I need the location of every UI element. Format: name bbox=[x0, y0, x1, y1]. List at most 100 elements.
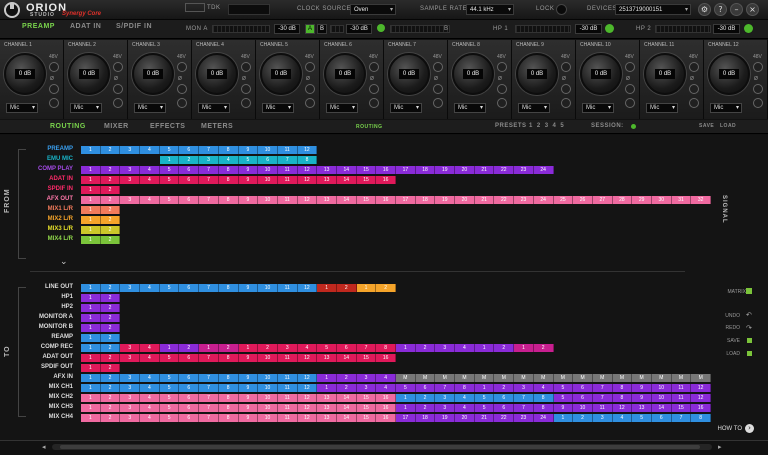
hp1-db[interactable]: -30 dB bbox=[575, 24, 602, 34]
route-cell[interactable]: 5 bbox=[159, 394, 180, 402]
route-cell[interactable]: 2 bbox=[100, 196, 121, 204]
horizontal-scrollbar[interactable] bbox=[52, 444, 712, 450]
route-cell[interactable]: 4 bbox=[612, 414, 633, 422]
phantom-power-button[interactable] bbox=[433, 62, 443, 72]
route-cell[interactable]: 13 bbox=[317, 166, 337, 174]
route-cell[interactable]: 14 bbox=[336, 196, 357, 204]
route-cell[interactable]: 1 bbox=[81, 216, 101, 224]
phantom-power-button[interactable] bbox=[113, 62, 123, 72]
hiz-button[interactable] bbox=[625, 98, 635, 108]
route-cell[interactable]: 6 bbox=[415, 384, 436, 392]
route-cell[interactable]: 1 bbox=[81, 294, 101, 302]
route-cell[interactable]: 11 bbox=[277, 414, 298, 422]
route-cell[interactable]: 16 bbox=[376, 404, 396, 412]
route-cell[interactable]: 13 bbox=[317, 394, 337, 402]
route-cell[interactable]: 2 bbox=[100, 364, 121, 372]
phase-button[interactable] bbox=[49, 84, 59, 94]
input-select[interactable]: Mic bbox=[710, 103, 742, 113]
phantom-power-button[interactable] bbox=[625, 62, 635, 72]
route-cell[interactable]: 3 bbox=[120, 344, 141, 352]
route-cell[interactable]: 8 bbox=[218, 404, 239, 412]
route-cell[interactable]: 12 bbox=[297, 394, 318, 402]
route-cell[interactable]: 11 bbox=[277, 374, 298, 382]
route-cell[interactable]: 1 bbox=[81, 324, 101, 332]
route-cell[interactable]: 2 bbox=[336, 284, 357, 292]
save-icon[interactable] bbox=[747, 338, 752, 343]
route-cell[interactable]: 6 bbox=[179, 354, 200, 362]
gain-knob[interactable]: 0 dB bbox=[580, 53, 622, 95]
route-cell[interactable]: 12 bbox=[297, 166, 318, 174]
route-cell[interactable]: 2 bbox=[494, 384, 515, 392]
route-cell[interactable]: 11 bbox=[671, 394, 692, 402]
route-cell[interactable]: 16 bbox=[376, 176, 396, 184]
route-cell[interactable]: 8 bbox=[218, 394, 239, 402]
route-cell[interactable]: 4 bbox=[376, 374, 396, 382]
input-select[interactable]: Mic bbox=[70, 103, 102, 113]
route-cell[interactable]: 5 bbox=[553, 394, 574, 402]
route-cell[interactable]: 5 bbox=[159, 354, 180, 362]
route-cell[interactable]: 14 bbox=[336, 414, 357, 422]
hiz-button[interactable] bbox=[369, 98, 379, 108]
route-cell[interactable]: 22 bbox=[494, 196, 515, 204]
route-cell[interactable]: 23 bbox=[514, 166, 534, 174]
route-cell[interactable]: 17 bbox=[396, 196, 416, 204]
gain-knob[interactable]: 0 dB bbox=[388, 53, 430, 95]
route-cell[interactable]: 6 bbox=[573, 384, 593, 392]
route-cell[interactable]: 3 bbox=[120, 166, 141, 174]
route-cell[interactable]: 7 bbox=[435, 384, 456, 392]
tab-effects[interactable]: EFFECTS bbox=[150, 123, 185, 130]
route-cell[interactable]: 1 bbox=[81, 354, 101, 362]
phantom-power-button[interactable] bbox=[689, 62, 699, 72]
phantom-power-button[interactable] bbox=[305, 62, 315, 72]
route-cell[interactable]: 14 bbox=[336, 394, 357, 402]
route-cell[interactable]: 12 bbox=[297, 404, 318, 412]
route-cell[interactable]: 11 bbox=[277, 166, 298, 174]
route-cell[interactable]: 1 bbox=[396, 404, 416, 412]
route-cell[interactable]: 9 bbox=[238, 196, 259, 204]
route-cell[interactable]: 2 bbox=[218, 344, 239, 352]
route-cell[interactable]: 4 bbox=[376, 384, 396, 392]
route-cell[interactable]: 6 bbox=[179, 404, 200, 412]
phase-button[interactable] bbox=[433, 84, 443, 94]
route-cell[interactable]: 1 bbox=[81, 414, 101, 422]
route-cell[interactable]: 6 bbox=[179, 146, 200, 154]
route-cell[interactable]: 12 bbox=[691, 384, 711, 392]
route-cell[interactable]: 2 bbox=[100, 304, 121, 312]
route-cell[interactable]: 3 bbox=[120, 374, 141, 382]
route-cell[interactable]: 13 bbox=[317, 404, 337, 412]
route-cell[interactable]: 7 bbox=[671, 414, 692, 422]
route-cell[interactable]: 6 bbox=[179, 284, 200, 292]
route-cell[interactable]: 8 bbox=[218, 176, 239, 184]
hiz-button[interactable] bbox=[753, 98, 763, 108]
route-cell[interactable]: 5 bbox=[159, 404, 180, 412]
route-cell[interactable]: 3 bbox=[199, 156, 219, 164]
route-cell[interactable]: 7 bbox=[199, 404, 219, 412]
scroll-right-icon[interactable]: ▸ bbox=[718, 443, 722, 451]
route-cell[interactable]: 3 bbox=[356, 384, 377, 392]
route-cell[interactable]: 23 bbox=[514, 196, 534, 204]
route-cell[interactable]: 18 bbox=[415, 414, 436, 422]
save-button[interactable]: SAVE bbox=[727, 338, 740, 344]
clock-source-select[interactable]: Oven bbox=[350, 4, 396, 15]
tdk-toggle[interactable] bbox=[185, 3, 205, 12]
mon-b-db[interactable]: -30 dB bbox=[346, 24, 372, 34]
route-cell[interactable]: 9 bbox=[238, 176, 259, 184]
gain-knob[interactable]: 0 dB bbox=[132, 53, 174, 95]
route-cell[interactable]: 5 bbox=[474, 404, 495, 412]
route-cell[interactable]: 7 bbox=[199, 284, 219, 292]
route-cell[interactable]: 22 bbox=[494, 414, 515, 422]
route-cell[interactable]: 13 bbox=[632, 404, 652, 412]
route-cell[interactable]: 11 bbox=[277, 394, 298, 402]
gain-knob[interactable]: 0 dB bbox=[196, 53, 238, 95]
input-select[interactable]: Mic bbox=[582, 103, 614, 113]
route-cell[interactable]: 4 bbox=[140, 196, 160, 204]
route-cell[interactable]: 2 bbox=[100, 314, 121, 322]
route-cell[interactable]: 7 bbox=[277, 156, 298, 164]
phase-button[interactable] bbox=[177, 84, 187, 94]
mon-speaker-icon[interactable] bbox=[377, 24, 385, 32]
route-cell[interactable]: 12 bbox=[297, 176, 318, 184]
route-cell[interactable]: 24 bbox=[533, 196, 554, 204]
route-cell[interactable]: 8 bbox=[218, 384, 239, 392]
matrix-label[interactable]: MATRIX bbox=[727, 289, 746, 295]
route-cell[interactable]: 2 bbox=[100, 414, 121, 422]
